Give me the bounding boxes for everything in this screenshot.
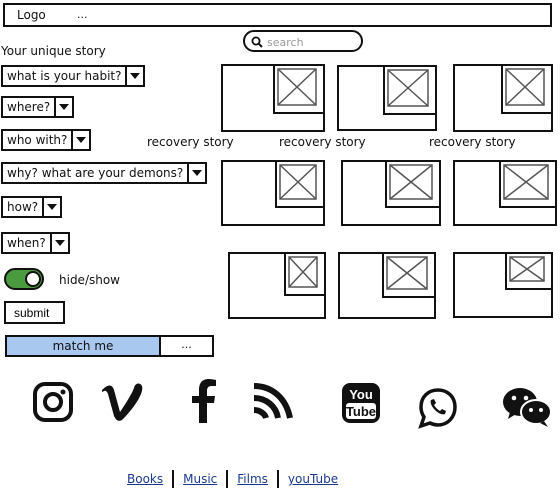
wechat-icon[interactable] <box>502 386 552 428</box>
dropdown-label: why? what are your demons? <box>3 164 190 182</box>
rss-icon[interactable] <box>250 378 298 424</box>
footer-link-books[interactable]: Books <box>127 472 163 486</box>
image-placeholder-icon <box>499 160 557 208</box>
footer-separator <box>172 470 175 488</box>
story-thumbnail[interactable] <box>453 64 553 132</box>
chevron-down-icon <box>56 98 72 116</box>
image-placeholder-icon <box>382 252 436 298</box>
footer-link-youtube[interactable]: youTube <box>288 472 338 486</box>
whatsapp-icon[interactable] <box>416 386 460 430</box>
hide-show-toggle[interactable] <box>4 268 44 290</box>
footer-link-films[interactable]: Films <box>237 472 268 486</box>
submit-button[interactable]: submit <box>4 301 65 324</box>
search-icon <box>251 36 263 48</box>
story-caption: recovery story <box>147 135 234 149</box>
toggle-label: hide/show <box>59 273 120 287</box>
dropdown-label: when? <box>3 234 52 252</box>
footer-separator <box>226 470 229 488</box>
footer-links: Books Music Films youTube <box>127 470 338 488</box>
search-input[interactable] <box>265 34 361 50</box>
chevron-down-icon <box>127 67 143 85</box>
match-me-bar: match me ... <box>5 335 214 357</box>
image-placeholder-icon <box>385 160 441 208</box>
how-dropdown[interactable]: how? <box>1 196 63 218</box>
instagram-icon[interactable] <box>32 381 74 423</box>
story-thumbnail[interactable] <box>453 252 553 318</box>
story-title: Your unique story <box>1 44 106 58</box>
toggle-knob <box>25 271 41 287</box>
svg-text:Tube: Tube <box>346 404 376 419</box>
story-thumbnail[interactable] <box>228 252 326 319</box>
story-thumbnail[interactable] <box>221 64 325 132</box>
story-caption: recovery story <box>429 135 516 149</box>
image-placeholder-icon <box>284 252 326 296</box>
header-more[interactable]: ... <box>77 8 88 21</box>
story-thumbnail[interactable] <box>221 160 325 226</box>
vimeo-icon[interactable] <box>100 380 146 422</box>
youtube-icon[interactable]: You Tube <box>341 382 381 424</box>
story-thumbnail[interactable] <box>337 65 437 131</box>
svg-text:You: You <box>349 387 373 402</box>
search-box[interactable] <box>243 30 363 52</box>
story-thumbnail[interactable] <box>338 252 436 319</box>
habit-dropdown[interactable]: what is your habit? <box>1 65 146 87</box>
where-dropdown[interactable]: where? <box>1 96 75 118</box>
demons-dropdown[interactable]: why? what are your demons? <box>1 162 208 184</box>
chevron-down-icon <box>52 234 68 252</box>
facebook-icon[interactable] <box>188 379 218 423</box>
footer-separator <box>276 470 279 488</box>
when-dropdown[interactable]: when? <box>1 232 70 254</box>
footer-link-music[interactable]: Music <box>183 472 217 486</box>
match-me-button[interactable]: match me <box>7 337 161 355</box>
dropdown-label: what is your habit? <box>3 67 128 85</box>
image-placeholder-icon <box>275 160 325 208</box>
image-placeholder-icon <box>383 65 437 115</box>
story-thumbnail[interactable] <box>453 160 557 226</box>
dropdown-label: who with? <box>3 131 74 149</box>
image-placeholder-icon <box>501 64 553 114</box>
who-with-dropdown[interactable]: who with? <box>1 129 92 151</box>
top-bar: Logo ... <box>3 3 552 27</box>
image-placeholder-icon <box>273 64 325 114</box>
dropdown-label: how? <box>3 198 45 216</box>
image-placeholder-icon <box>505 252 553 290</box>
match-more-button[interactable]: ... <box>161 337 212 355</box>
chevron-down-icon <box>73 131 89 149</box>
story-thumbnail[interactable] <box>341 160 441 226</box>
chevron-down-icon <box>44 198 60 216</box>
logo[interactable]: Logo <box>17 8 46 22</box>
story-caption: recovery story <box>279 135 366 149</box>
dropdown-label: where? <box>3 98 57 116</box>
chevron-down-icon <box>189 164 205 182</box>
